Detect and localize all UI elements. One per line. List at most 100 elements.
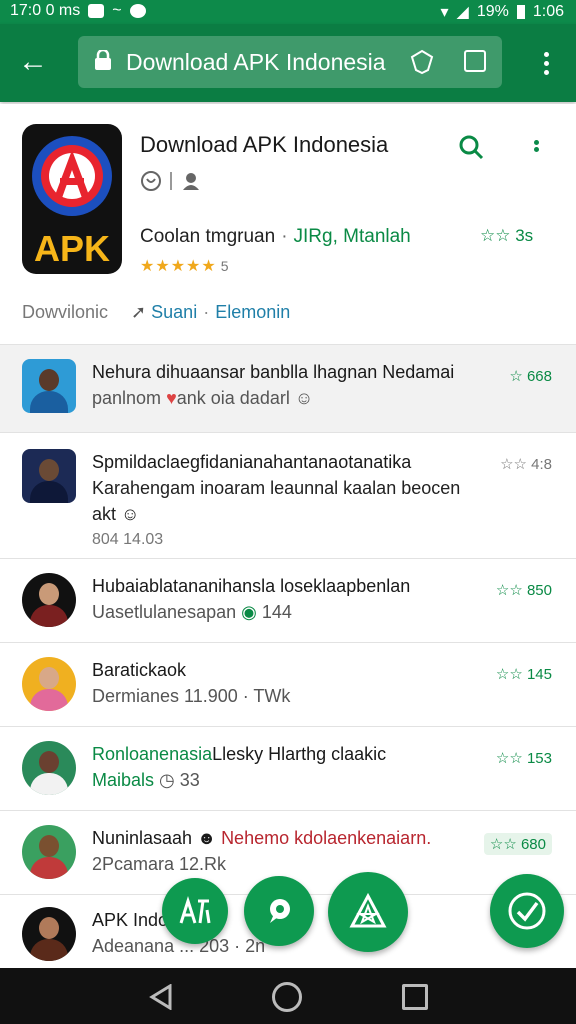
star-outline-icon: ☆☆	[489, 836, 517, 853]
badge-icon: ◉	[241, 602, 257, 622]
tabs-icon[interactable]	[464, 50, 486, 72]
item-rating: ☆☆ 680	[483, 833, 552, 855]
download-row: Dowvilonic ➚ Suani · Elemonin	[22, 302, 290, 323]
search-icon[interactable]	[458, 134, 484, 160]
status-time-left: 17:0 0 ms	[10, 2, 81, 19]
url-text[interactable]: Download APK Indonesia	[126, 49, 386, 76]
app-meta: Coolan tmgruan · JIRg, Mtanlah	[140, 226, 411, 248]
verified-fab[interactable]	[490, 874, 564, 948]
item-date: 804 14.03	[92, 531, 164, 548]
app-title: Download APK Indonesia	[140, 132, 389, 157]
star-outline-icon: ☆☆	[495, 666, 523, 683]
nav-recents-icon[interactable]	[402, 984, 428, 1010]
filled-stars-icon: ★★★★★	[140, 258, 217, 275]
list-item[interactable]: Baratickaok Dermianes 11.900 · TWk ☆☆ 14…	[0, 642, 576, 726]
app-rating-value: 3s	[515, 226, 534, 245]
lock-icon	[95, 50, 111, 70]
more-options-icon[interactable]	[534, 138, 546, 158]
back-arrow-icon[interactable]: ←	[18, 46, 52, 80]
user-icon[interactable]	[180, 170, 202, 192]
item-subtitle-extra: ank oia dadarl	[176, 388, 290, 408]
item-subtitle: panlnom	[92, 388, 162, 408]
item-body: Karahengam inoaram leaunnal kaalan beoce…	[92, 478, 461, 524]
item-rating: ☆☆ 850	[496, 581, 552, 599]
item-title: Nuninlasaah	[92, 828, 193, 848]
share-link[interactable]: Suani	[151, 302, 197, 322]
app-header: APK Download APK Indonesia Coolan tmgrua…	[0, 104, 576, 344]
battery-percent: 19%	[476, 3, 509, 20]
signal-icon: ◢	[456, 4, 469, 21]
apk-fab[interactable]	[328, 872, 408, 952]
item-rating-value: 668	[526, 368, 552, 385]
shield-icon[interactable]	[408, 48, 436, 76]
item-rating: ☆☆ 153	[496, 749, 552, 767]
list-item[interactable]: Spmildaclaegfidanianahantanaotanatika Ka…	[0, 432, 576, 558]
translate-fab[interactable]	[162, 878, 228, 944]
item-rating: ☆☆ 145	[496, 665, 552, 683]
avatar	[22, 657, 76, 711]
item-rating-value: 850	[526, 582, 552, 599]
chat-fab[interactable]	[244, 876, 314, 946]
item-title: Baratickaok	[92, 660, 187, 680]
star-count: 5	[220, 258, 230, 274]
app-category: Coolan tmgruan	[140, 226, 276, 247]
item-rating-value: 145	[526, 666, 552, 683]
star-outline-icon: ☆☆	[495, 750, 523, 767]
divider	[170, 172, 172, 190]
item-title: Ronloanenasia	[92, 744, 213, 764]
avatar	[22, 741, 76, 795]
avatar	[22, 825, 76, 879]
list-item[interactable]: Nehura dihuaansar banblla lhagnan Nedama…	[0, 344, 576, 432]
item-title-extra: Llesky Hlarthg claakic	[212, 744, 387, 764]
smile-emoji-icon: ☺	[294, 388, 314, 408]
star-outline-icon: ☆☆	[495, 582, 523, 599]
logo-emblem-icon	[32, 136, 112, 216]
item-subtitle: Dermianes 11.900 · TWk	[92, 686, 291, 706]
status-time: 1:06	[532, 3, 564, 20]
secondary-link[interactable]: Elemonin	[215, 302, 290, 322]
item-title: Nehura dihuaansar banblla lhagnan Nedama…	[92, 362, 455, 382]
battery-icon	[516, 5, 525, 19]
message-icon	[129, 4, 146, 18]
overflow-menu-icon[interactable]	[544, 52, 550, 76]
star-outline-icon: ☆☆	[500, 456, 527, 473]
item-rating: ☆☆ 4:8	[500, 455, 552, 473]
app-rating: ☆☆ 3s	[480, 226, 533, 246]
item-subtitle: 2Pcamara 12.Rk	[92, 854, 227, 874]
chat-icon	[270, 899, 290, 923]
smile-emoji-icon: ☺	[121, 504, 140, 524]
nav-home-icon[interactable]	[272, 982, 302, 1012]
item-title: Hubaiablatananihansla loseklaapbenlan	[92, 576, 411, 596]
notification-icon	[88, 4, 105, 18]
address-bar[interactable]: Download APK Indonesia	[78, 36, 502, 88]
star-outline-icon: ☆☆	[480, 226, 511, 245]
logo-apk-text: APK	[33, 228, 110, 269]
avatar	[22, 449, 76, 503]
item-count: 144	[261, 602, 292, 622]
wifi-icon: ▾	[440, 4, 449, 21]
clock-icon: ◷	[159, 770, 175, 790]
item-rating-value: 680	[520, 836, 546, 853]
nav-back-icon[interactable]	[148, 984, 174, 1010]
item-rating: ☆ 668	[509, 367, 552, 385]
browser-toolbar: ← Download APK Indonesia	[0, 24, 576, 102]
share-arrow-icon: ➚	[131, 302, 147, 322]
app-logo: APK	[22, 124, 122, 274]
downloads-label: Dowvilonic	[22, 302, 109, 322]
face-emoji-icon: ☻	[197, 828, 217, 848]
item-count: 33	[179, 770, 200, 790]
list-item[interactable]: RonloanenasiaLlesky Hlarthg claakic Maib…	[0, 726, 576, 810]
star-outline-icon: ☆	[509, 368, 523, 385]
item-subtitle: Maibals	[92, 770, 155, 790]
app-developer[interactable]: JIRg, Mtanlah	[294, 226, 411, 247]
meta-separator: ·	[281, 226, 288, 247]
item-title-extra: Nehemo kdolaenkenaiarn.	[221, 828, 432, 848]
emoji-icon: ♥	[166, 388, 177, 408]
apk-logo-icon	[349, 892, 387, 928]
avatar	[22, 907, 76, 961]
like-icon[interactable]	[140, 170, 162, 192]
item-subtitle: Uasetlulanesapan	[92, 602, 237, 622]
list-item[interactable]: Hubaiablatananihansla loseklaapbenlan Ua…	[0, 558, 576, 642]
translate-icon	[179, 896, 211, 924]
item-rating-value: 4:8	[531, 456, 552, 473]
